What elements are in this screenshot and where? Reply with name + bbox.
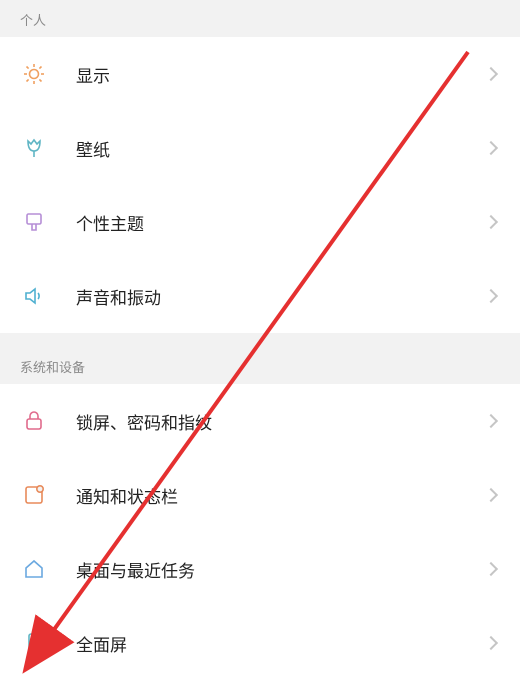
tulip-icon bbox=[20, 134, 48, 162]
item-label: 声音和振动 bbox=[76, 284, 486, 309]
chevron-right-icon bbox=[484, 414, 498, 428]
lock-icon bbox=[20, 407, 48, 435]
volume-icon bbox=[20, 282, 48, 310]
chevron-right-icon bbox=[484, 67, 498, 81]
item-label: 全面屏 bbox=[76, 631, 486, 656]
chevron-right-icon bbox=[484, 215, 498, 229]
item-theme[interactable]: 个性主题 bbox=[0, 185, 520, 259]
brightness-icon bbox=[20, 60, 48, 88]
brush-icon bbox=[20, 208, 48, 236]
chevron-right-icon bbox=[484, 488, 498, 502]
item-label: 显示 bbox=[76, 62, 486, 87]
section-header-system: 系统和设备 bbox=[0, 347, 520, 384]
notification-icon bbox=[20, 481, 48, 509]
section-personal: 显示 壁纸 个性主题 声音和振动 bbox=[0, 37, 520, 333]
chevron-right-icon bbox=[484, 636, 498, 650]
chevron-right-icon bbox=[484, 289, 498, 303]
item-display[interactable]: 显示 bbox=[0, 37, 520, 111]
item-label: 通知和状态栏 bbox=[76, 483, 486, 508]
phone-icon bbox=[20, 629, 48, 657]
item-wallpaper[interactable]: 壁纸 bbox=[0, 111, 520, 185]
item-label: 个性主题 bbox=[76, 210, 486, 235]
section-system: 锁屏、密码和指纹 通知和状态栏 桌面与最近任务 全面屏 bbox=[0, 384, 520, 680]
home-icon bbox=[20, 555, 48, 583]
item-label: 壁纸 bbox=[76, 136, 486, 161]
item-lockscreen[interactable]: 锁屏、密码和指纹 bbox=[0, 384, 520, 458]
section-gap bbox=[0, 333, 520, 347]
item-home[interactable]: 桌面与最近任务 bbox=[0, 532, 520, 606]
chevron-right-icon bbox=[484, 141, 498, 155]
item-fullscreen[interactable]: 全面屏 bbox=[0, 606, 520, 680]
chevron-right-icon bbox=[484, 562, 498, 576]
section-header-personal: 个人 bbox=[0, 0, 520, 37]
item-sound[interactable]: 声音和振动 bbox=[0, 259, 520, 333]
item-notification[interactable]: 通知和状态栏 bbox=[0, 458, 520, 532]
item-label: 桌面与最近任务 bbox=[76, 557, 486, 582]
item-label: 锁屏、密码和指纹 bbox=[76, 409, 486, 434]
